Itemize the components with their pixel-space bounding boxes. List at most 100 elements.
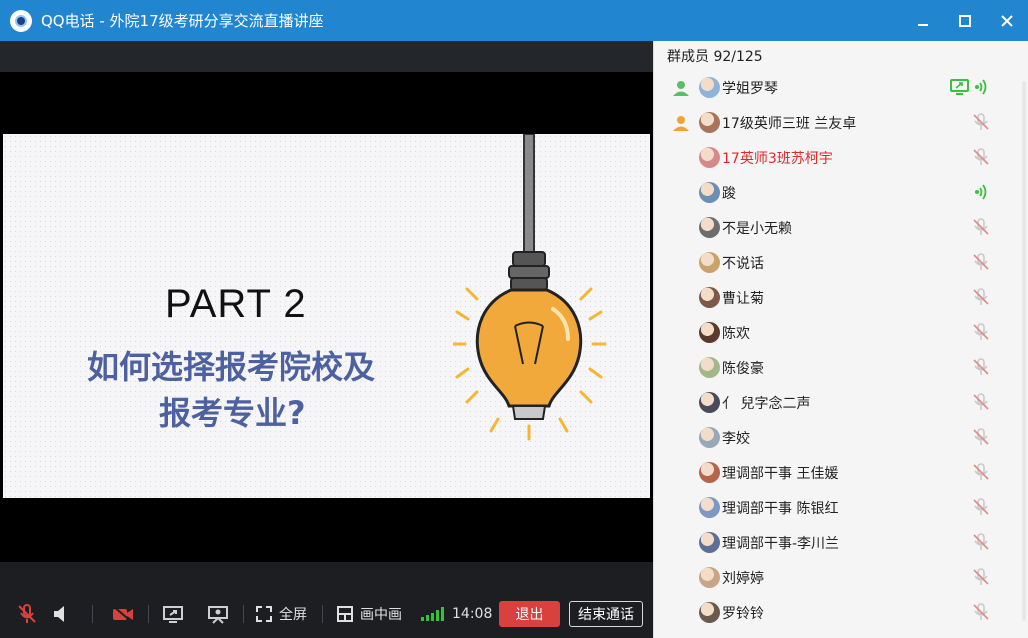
member-name: 刘婷婷 bbox=[722, 571, 764, 587]
member-name: 理调部干事 王佳媛 bbox=[722, 466, 839, 482]
member-name: 李姣 bbox=[722, 431, 750, 447]
picture-in-picture-label: 画中画 bbox=[360, 607, 402, 623]
avatar bbox=[699, 567, 720, 588]
member-name: 亻 兒字念二声 bbox=[722, 396, 811, 412]
member-row[interactable]: 李姣 bbox=[654, 420, 1028, 455]
qq-call-logo-icon bbox=[10, 9, 32, 32]
mic-muted-icon bbox=[973, 218, 989, 235]
member-row[interactable]: 陈俊豪 bbox=[654, 350, 1028, 385]
speaker-button[interactable] bbox=[52, 590, 70, 638]
avatar bbox=[699, 217, 720, 238]
network-signal: 14:08 bbox=[421, 590, 492, 638]
video-top-strip bbox=[0, 41, 653, 72]
window-title: QQ电话 - 外院17级考研分享交流直播讲座 bbox=[41, 12, 324, 30]
member-name: 不是小无赖 bbox=[722, 221, 792, 237]
avatar bbox=[699, 77, 720, 98]
member-name: 罗铃铃 bbox=[722, 606, 764, 622]
end-call-button[interactable]: 结束通话 bbox=[569, 601, 643, 627]
maximize-icon bbox=[959, 14, 971, 27]
presentation-button[interactable] bbox=[207, 590, 229, 638]
close-button[interactable] bbox=[986, 0, 1028, 41]
member-row[interactable]: 学姐罗琴 bbox=[654, 70, 1028, 105]
mic-button[interactable] bbox=[16, 590, 38, 638]
shared-screen-slide: PART 2 如何选择报考院校及 报考专业? bbox=[3, 134, 650, 498]
member-row[interactable]: 刘婷婷 bbox=[654, 560, 1028, 595]
member-row[interactable]: 理调部干事 王佳媛 bbox=[654, 455, 1028, 490]
slide-line-1: 如何选择报考院校及 bbox=[87, 348, 376, 386]
share-screen-button[interactable] bbox=[162, 590, 184, 638]
avatar bbox=[699, 252, 720, 273]
member-row[interactable]: 罗铃铃 bbox=[654, 595, 1028, 630]
minimize-button[interactable] bbox=[902, 0, 944, 41]
member-row[interactable]: 理调部干事-李川兰 bbox=[654, 525, 1028, 560]
mic-muted-icon bbox=[973, 323, 989, 340]
member-name: 学姐罗琴 bbox=[722, 81, 778, 97]
minimize-icon bbox=[918, 23, 928, 26]
speaker-icon bbox=[54, 606, 64, 622]
mic-muted-icon bbox=[973, 393, 989, 410]
slide-line-2: 报考专业? bbox=[159, 394, 306, 432]
call-timer: 14:08 bbox=[452, 606, 493, 622]
member-row[interactable]: 不说话 bbox=[654, 245, 1028, 280]
slide-heading: PART 2 bbox=[165, 282, 307, 326]
member-row[interactable]: 曹让菊 bbox=[654, 280, 1028, 315]
member-row[interactable]: 理调部干事 陈银红 bbox=[654, 490, 1028, 525]
mic-muted-icon bbox=[973, 253, 989, 270]
presentation-icon bbox=[208, 606, 228, 624]
avatar bbox=[699, 357, 720, 378]
avatar bbox=[699, 287, 720, 308]
member-list-scrollbar[interactable] bbox=[1022, 81, 1026, 621]
member-count: 群成员 92/125 bbox=[667, 49, 763, 65]
member-row[interactable]: 17级英师三班 兰友卓 bbox=[654, 105, 1028, 140]
mic-muted-icon bbox=[973, 148, 989, 165]
member-row[interactable]: 17英师3班苏柯宇 bbox=[654, 140, 1028, 175]
avatar bbox=[699, 602, 720, 623]
member-row[interactable]: 亻 兒字念二声 bbox=[654, 385, 1028, 420]
group-admin-icon bbox=[673, 81, 689, 96]
mic-muted-icon bbox=[973, 498, 989, 515]
camera-button[interactable] bbox=[111, 590, 135, 638]
video-area[interactable]: PART 2 如何选择报考院校及 报考专业? bbox=[0, 41, 653, 638]
member-name: 陈欢 bbox=[722, 326, 750, 342]
member-name: 17级英师三班 兰友卓 bbox=[722, 116, 857, 132]
avatar bbox=[699, 112, 720, 133]
avatar bbox=[699, 462, 720, 483]
avatar bbox=[699, 532, 720, 553]
mic-muted-icon bbox=[973, 288, 989, 305]
member-name: 踆 bbox=[722, 186, 736, 202]
fullscreen-icon bbox=[256, 606, 272, 622]
mic-muted-icon bbox=[973, 603, 989, 620]
title-bar: QQ电话 - 外院17级考研分享交流直播讲座 bbox=[0, 0, 1028, 41]
member-row[interactable]: 陈欢 bbox=[654, 315, 1028, 350]
camera-off-icon bbox=[112, 605, 134, 624]
member-panel: 群成员 92/125 学姐罗琴 17级英师三班 兰友卓 17英师3班苏柯宇踆不是小无… bbox=[653, 41, 1028, 638]
picture-in-picture-button[interactable]: 画中画 bbox=[336, 590, 402, 638]
signal-strength-icon bbox=[421, 607, 444, 621]
mic-muted-icon bbox=[973, 113, 989, 130]
avatar bbox=[699, 147, 720, 168]
member-name: 17英师3班苏柯宇 bbox=[722, 151, 833, 167]
toolbar-divider bbox=[243, 605, 244, 623]
member-row[interactable]: 踆 bbox=[654, 175, 1028, 210]
member-row[interactable]: 不是小无赖 bbox=[654, 210, 1028, 245]
maximize-button[interactable] bbox=[944, 0, 986, 41]
toolbar-divider bbox=[322, 605, 323, 623]
mic-muted-icon bbox=[18, 604, 36, 623]
member-name: 不说话 bbox=[722, 256, 764, 272]
member-name: 理调部干事 陈银红 bbox=[722, 501, 839, 517]
light-bulb-illustration bbox=[453, 134, 607, 441]
toolbar-divider bbox=[92, 605, 93, 623]
fullscreen-button[interactable]: 全屏 bbox=[255, 590, 307, 638]
avatar bbox=[699, 497, 720, 518]
screen-sharing-icon bbox=[950, 79, 969, 95]
share-screen-icon bbox=[163, 606, 183, 623]
mic-muted-icon bbox=[973, 463, 989, 480]
mic-muted-icon bbox=[973, 533, 989, 550]
mic-muted-icon bbox=[973, 568, 989, 585]
call-toolbar: 全屏 画中画 14:08 退出 结束通话 bbox=[0, 590, 653, 638]
picture-in-picture-icon bbox=[337, 606, 353, 622]
toolbar-divider bbox=[148, 605, 149, 623]
avatar bbox=[699, 322, 720, 343]
exit-button[interactable]: 退出 bbox=[499, 601, 560, 627]
speaking-icon bbox=[975, 79, 987, 95]
